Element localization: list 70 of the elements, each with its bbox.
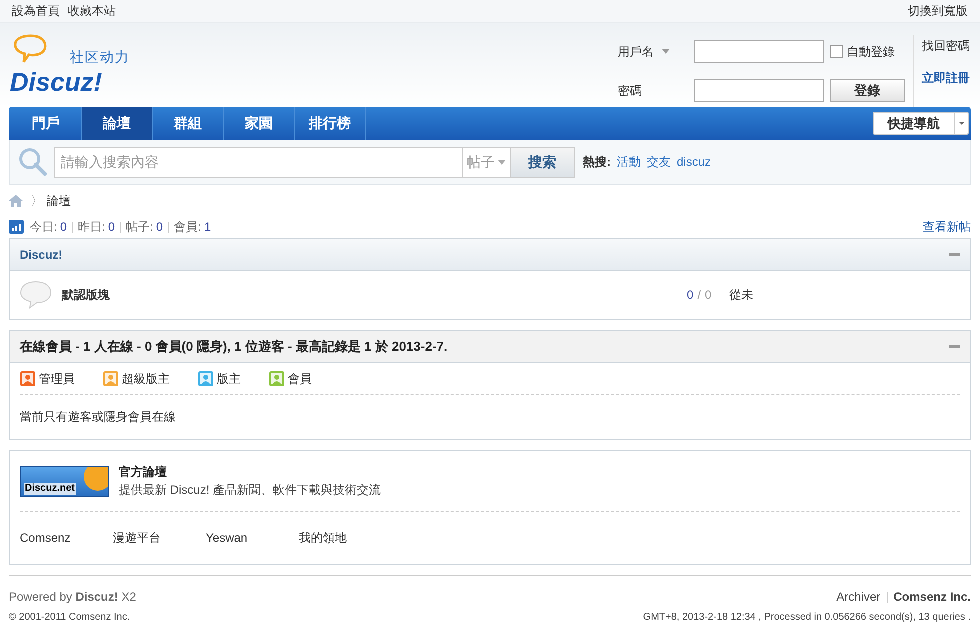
page-stats: GMT+8, 2013-2-18 12:34 , Processed in 0.056266 second(s), 13 queries .: [643, 611, 971, 625]
stats-icon: [9, 220, 24, 234]
stat-label: 昨日:: [78, 219, 106, 236]
friend-link[interactable]: 我的領地: [299, 529, 392, 547]
nav-tab[interactable]: 論壇: [82, 107, 153, 140]
online-note: 當前只有遊客或隱身會員在線: [20, 409, 176, 426]
last-post: 從未: [730, 287, 754, 304]
friend-link[interactable]: 漫遊平台: [113, 529, 206, 547]
search-icon: [18, 148, 48, 176]
search-field[interactable]: 請輸入搜索內容: [54, 146, 462, 178]
top-link[interactable]: 設為首頁: [12, 2, 60, 20]
auto-login-checkbox[interactable]: [830, 45, 843, 58]
forum-name[interactable]: 默認版塊: [62, 286, 687, 304]
breadcrumb-separator: 〉: [31, 193, 43, 210]
search-button[interactable]: 搜索: [510, 146, 575, 178]
stat-value: 0: [156, 219, 164, 236]
member-icon: [198, 370, 214, 386]
speech-bubble-icon: [20, 281, 52, 309]
friend-link[interactable]: Comsenz: [20, 529, 113, 547]
login-button[interactable]: 登錄: [830, 79, 905, 102]
logo-tagline: 社区动力: [70, 48, 130, 67]
category-title[interactable]: Discuz!: [20, 246, 63, 264]
caret-icon: [954, 113, 968, 134]
top-link[interactable]: 收藏本站: [68, 2, 116, 20]
register-link[interactable]: 立即註冊: [922, 69, 970, 87]
stat-value: 0: [108, 219, 116, 236]
archiver-link[interactable]: Archiver: [836, 588, 881, 606]
post-count: 0: [705, 287, 712, 304]
quick-nav-button[interactable]: 快捷導航: [873, 112, 969, 135]
hot-search-link[interactable]: 活動: [617, 153, 641, 171]
stat-label: 今日:: [30, 219, 58, 236]
member-icon: [269, 370, 285, 386]
auto-login-label: 自動登錄: [847, 44, 895, 60]
company-link[interactable]: Comsenz Inc.: [894, 588, 971, 606]
featured-link-description: 提供最新 Discuz! 產品新聞、軟件下載與技術交流: [119, 482, 382, 499]
legend-label: 會員: [288, 370, 312, 388]
new-posts-link[interactable]: 查看新帖: [923, 218, 971, 236]
forgot-password-link[interactable]: 找回密碼: [922, 37, 970, 55]
member-icon: [20, 370, 36, 386]
featured-link-title[interactable]: 官方論壇: [119, 463, 382, 481]
stat-label: 會員:: [174, 219, 202, 236]
count-separator: /: [698, 287, 702, 304]
hot-search-link[interactable]: discuz: [677, 153, 712, 171]
friend-link[interactable]: Yeswan: [206, 529, 299, 547]
legend-label: 管理員: [39, 370, 75, 388]
wide-layout-link[interactable]: 切換到寬版: [908, 2, 968, 20]
legend-label: 超級版主: [122, 370, 170, 388]
username-label: 用戶名: [618, 44, 654, 60]
banner[interactable]: Discuz.net: [20, 466, 109, 496]
password-label: 密碼: [618, 82, 643, 100]
legend-label: 版主: [217, 370, 241, 388]
stat-value: 1: [204, 219, 212, 236]
logo-wordmark: Discuz!: [10, 67, 102, 97]
hot-search-label: 熱搜:: [583, 154, 611, 171]
powered-by: Powered by Discuz! X2: [9, 589, 136, 606]
copyright: © 2001-2011 Comsenz Inc.: [9, 611, 130, 625]
stat-value: 0: [60, 219, 68, 236]
collapse-toggle[interactable]: [949, 345, 960, 348]
hot-search-link[interactable]: 交友: [647, 153, 671, 171]
stat-label: 帖子:: [126, 219, 154, 236]
thread-count: 0: [687, 287, 694, 304]
caret-icon: [498, 160, 506, 164]
password-field[interactable]: [694, 79, 824, 102]
online-summary: 在線會員 - 1 人在線 - 0 會員(0 隱身), 1 位遊客 - 最高記錄是 1 於 2013-2-7.: [20, 338, 448, 356]
username-field[interactable]: [694, 40, 824, 63]
member-icon: [103, 370, 119, 386]
home-icon[interactable]: [9, 195, 23, 207]
collapse-toggle[interactable]: [949, 253, 960, 256]
breadcrumb-current: 論壇: [47, 193, 71, 210]
caret-icon[interactable]: [662, 49, 670, 54]
